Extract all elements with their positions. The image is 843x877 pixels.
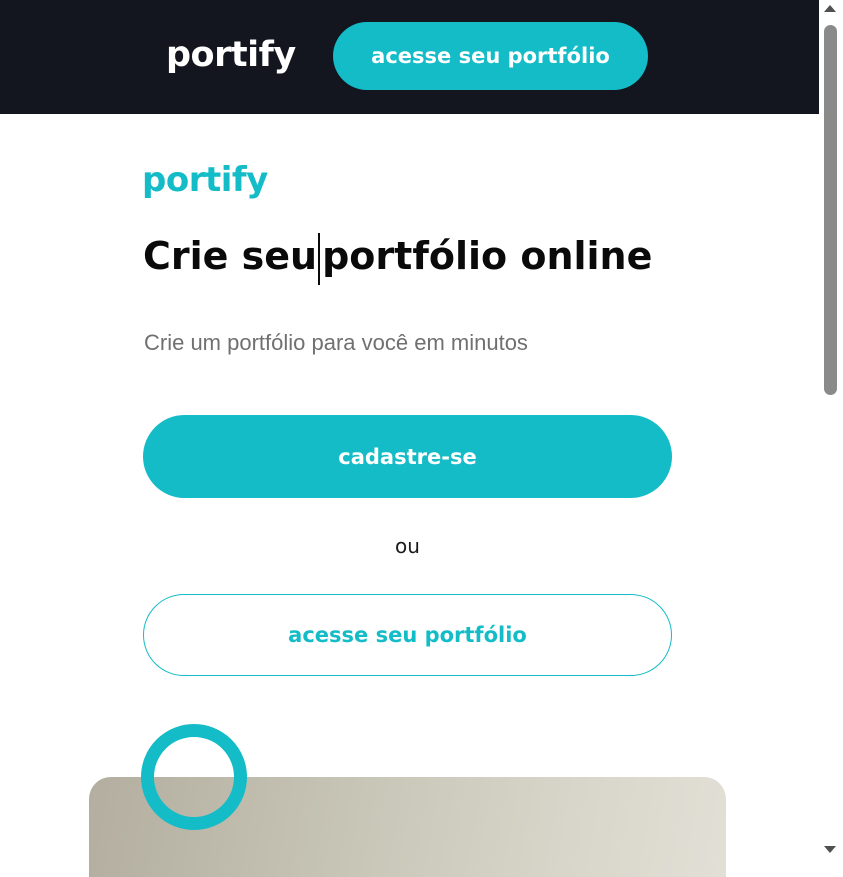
- scroll-up-arrow-icon[interactable]: [824, 5, 836, 12]
- navbar-logo[interactable]: portify: [166, 32, 296, 78]
- navbar-access-portfolio-button[interactable]: acesse seu portfólio: [333, 22, 648, 90]
- signup-button[interactable]: cadastre-se: [143, 415, 672, 498]
- access-portfolio-button[interactable]: acesse seu portfólio: [143, 594, 672, 676]
- decorative-ring-icon: [141, 724, 247, 830]
- or-divider-text: ou: [395, 534, 420, 558]
- brand-logo: portify: [142, 160, 268, 200]
- headline-part-2: portfólio online: [322, 234, 653, 278]
- page-subtitle: Crie um portfólio para você em minutos: [144, 330, 528, 355]
- scroll-down-arrow-icon[interactable]: [824, 846, 836, 853]
- page-headline: Crie seu portfólio online: [143, 228, 652, 285]
- top-navbar: portify acesse seu portfólio: [0, 0, 819, 114]
- scrollbar-thumb[interactable]: [824, 25, 837, 395]
- headline-part-1: Crie seu: [143, 234, 318, 278]
- typing-caret: [318, 232, 321, 285]
